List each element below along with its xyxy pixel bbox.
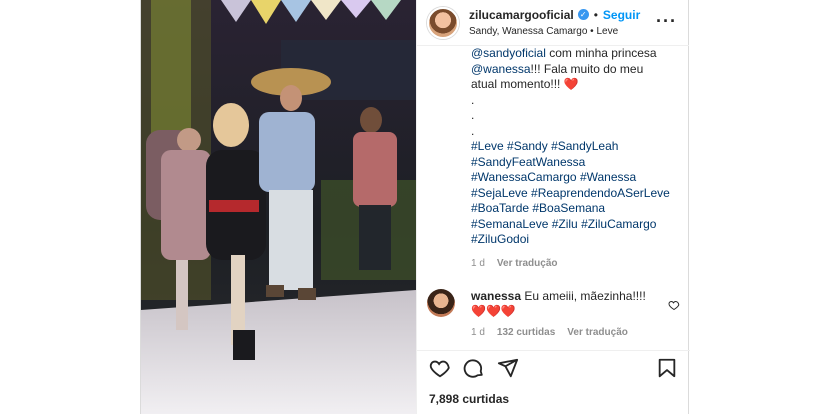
hashtag-line[interactable]: #WanessaCamargo #Wanessa (471, 170, 676, 186)
hashtag-line[interactable]: #SejaLeve #ReaprendendoASerLeve (471, 186, 676, 202)
comment-translate-button[interactable]: Ver tradução (567, 327, 628, 338)
commenter-username[interactable]: wanessa (471, 289, 521, 303)
post-header: zilucamargooficial ✓ • Seguir Sandy, Wan… (417, 0, 689, 46)
caption-line: atual momento!!! ❤️ (471, 77, 579, 91)
comment-hearts: ❤️❤️❤️ (471, 304, 516, 318)
post-image[interactable] (141, 0, 416, 414)
author-username[interactable]: zilucamargooficial (469, 9, 574, 21)
caption-text: com minha princesa (545, 46, 657, 60)
caption-meta: 1 d Ver tradução (471, 256, 676, 272)
hashtag-line[interactable]: #SemanaLeve #Zilu #ZiluCamargo (471, 217, 676, 233)
more-options-icon[interactable]: ··· (656, 11, 677, 32)
mention-wanessa[interactable]: @wanessa (471, 62, 531, 76)
caption-line: @sandyoficial com minha princesa (471, 46, 676, 62)
caption-translate-button[interactable]: Ver tradução (497, 256, 558, 272)
post-location[interactable]: Sandy, Wanessa Camargo • Leve (469, 26, 640, 37)
comment-body: Eu ameiii, mãezinha!!!! (524, 289, 646, 303)
comment-like-heart-icon[interactable] (668, 299, 680, 311)
action-bar (417, 350, 690, 384)
comment-icon[interactable] (463, 357, 485, 379)
post-likes-count[interactable]: 7,898 curtidas (429, 392, 509, 406)
commenter-avatar[interactable] (427, 289, 455, 317)
follow-button[interactable]: Seguir (603, 9, 640, 21)
hashtag-line[interactable]: #Leve #Sandy #SandyLeah (471, 139, 676, 155)
party-photo-illustration (141, 0, 416, 414)
comment-item: wanessa Eu ameiii, mãezinha!!!! ❤️❤️❤️ 1… (427, 289, 680, 338)
heart-icon[interactable] (429, 357, 451, 379)
author-meta: zilucamargooficial ✓ • Seguir Sandy, Wan… (469, 9, 640, 37)
comment-meta: 1 d 132 curtidas Ver tradução (471, 327, 676, 338)
comment-likes-count[interactable]: 132 curtidas (497, 327, 555, 338)
caption-dot: . (471, 123, 475, 138)
caption-text: !!! Fala muito do meu (530, 61, 644, 76)
post-caption: @sandyoficial com minha princesa @waness… (471, 46, 676, 271)
bookmark-icon[interactable] (656, 357, 678, 379)
comments-section: @sandyoficial com minha princesa @waness… (417, 46, 690, 350)
post-sidebar: zilucamargooficial ✓ • Seguir Sandy, Wan… (416, 0, 690, 414)
author-avatar[interactable] (427, 6, 459, 39)
caption-time[interactable]: 1 d (471, 256, 485, 272)
comment-time[interactable]: 1 d (471, 327, 485, 338)
comment-text: wanessa Eu ameiii, mãezinha!!!! ❤️❤️❤️ (471, 289, 676, 319)
hashtag-line[interactable]: #ZiluGodoi (471, 232, 676, 248)
author-row: zilucamargooficial ✓ • Seguir (469, 9, 640, 21)
separator-dot: • (593, 7, 598, 22)
share-icon[interactable] (497, 357, 519, 379)
caption-dot: . (471, 108, 475, 122)
instagram-post-modal: zilucamargooficial ✓ • Seguir Sandy, Wan… (140, 0, 690, 414)
caption-dot: . (471, 92, 475, 107)
caption-line: @wanessa!!! Fala muito do meu (471, 62, 676, 78)
mention-sandyoficial[interactable]: @sandyoficial (471, 46, 546, 60)
verified-badge-icon: ✓ (577, 9, 589, 20)
hashtag-line[interactable]: #BoaTarde #BoaSemana (471, 201, 676, 217)
hashtag-line[interactable]: #SandyFeatWanessa (471, 155, 676, 171)
